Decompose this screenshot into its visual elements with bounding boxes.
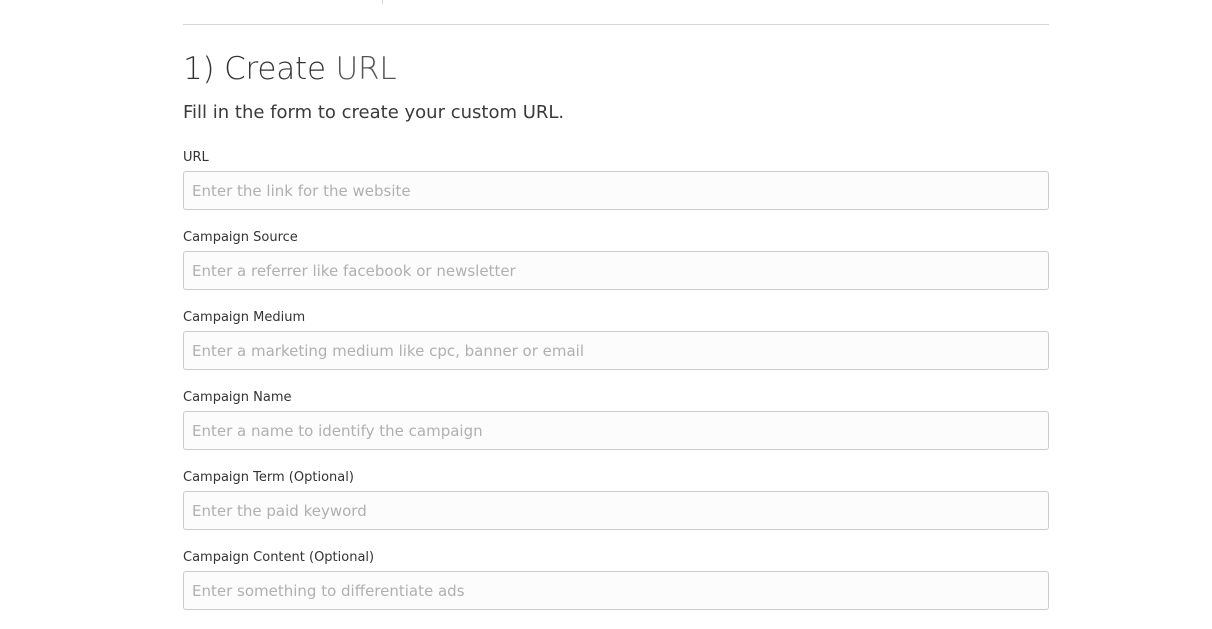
campaign-source-label: Campaign Source	[183, 230, 298, 245]
campaign-medium-input[interactable]	[183, 331, 1049, 370]
campaign-name-label: Campaign Name	[183, 390, 292, 405]
campaign-content-input[interactable]	[183, 571, 1049, 610]
page: 1) Create URL Fill in the form to create…	[0, 0, 1212, 629]
campaign-source-field-group: Campaign Source	[183, 230, 1049, 290]
section-intro: Fill in the form to create your custom U…	[183, 102, 565, 123]
campaign-content-label: Campaign Content (Optional)	[183, 550, 375, 565]
section-divider	[183, 24, 1049, 25]
campaign-medium-label: Campaign Medium	[183, 310, 306, 325]
url-label: URL	[183, 150, 209, 165]
campaign-term-input[interactable]	[183, 491, 1049, 530]
top-divider-stub	[382, 0, 383, 4]
heading-emphasis: URL	[335, 51, 397, 87]
campaign-medium-field-group: Campaign Medium	[183, 310, 1049, 370]
create-url-section: 1) Create URL Fill in the form to create…	[183, 44, 1049, 127]
campaign-content-field-group: Campaign Content (Optional)	[183, 550, 1049, 610]
url-input[interactable]	[183, 171, 1049, 210]
section-heading: 1) Create URL	[183, 44, 1049, 94]
heading-prefix: 1) Create	[183, 51, 326, 87]
campaign-term-field-group: Campaign Term (Optional)	[183, 470, 1049, 530]
url-field-group: URL	[183, 150, 1049, 210]
campaign-name-input[interactable]	[183, 411, 1049, 450]
campaign-term-label: Campaign Term (Optional)	[183, 470, 354, 485]
campaign-source-input[interactable]	[183, 251, 1049, 290]
campaign-name-field-group: Campaign Name	[183, 390, 1049, 450]
